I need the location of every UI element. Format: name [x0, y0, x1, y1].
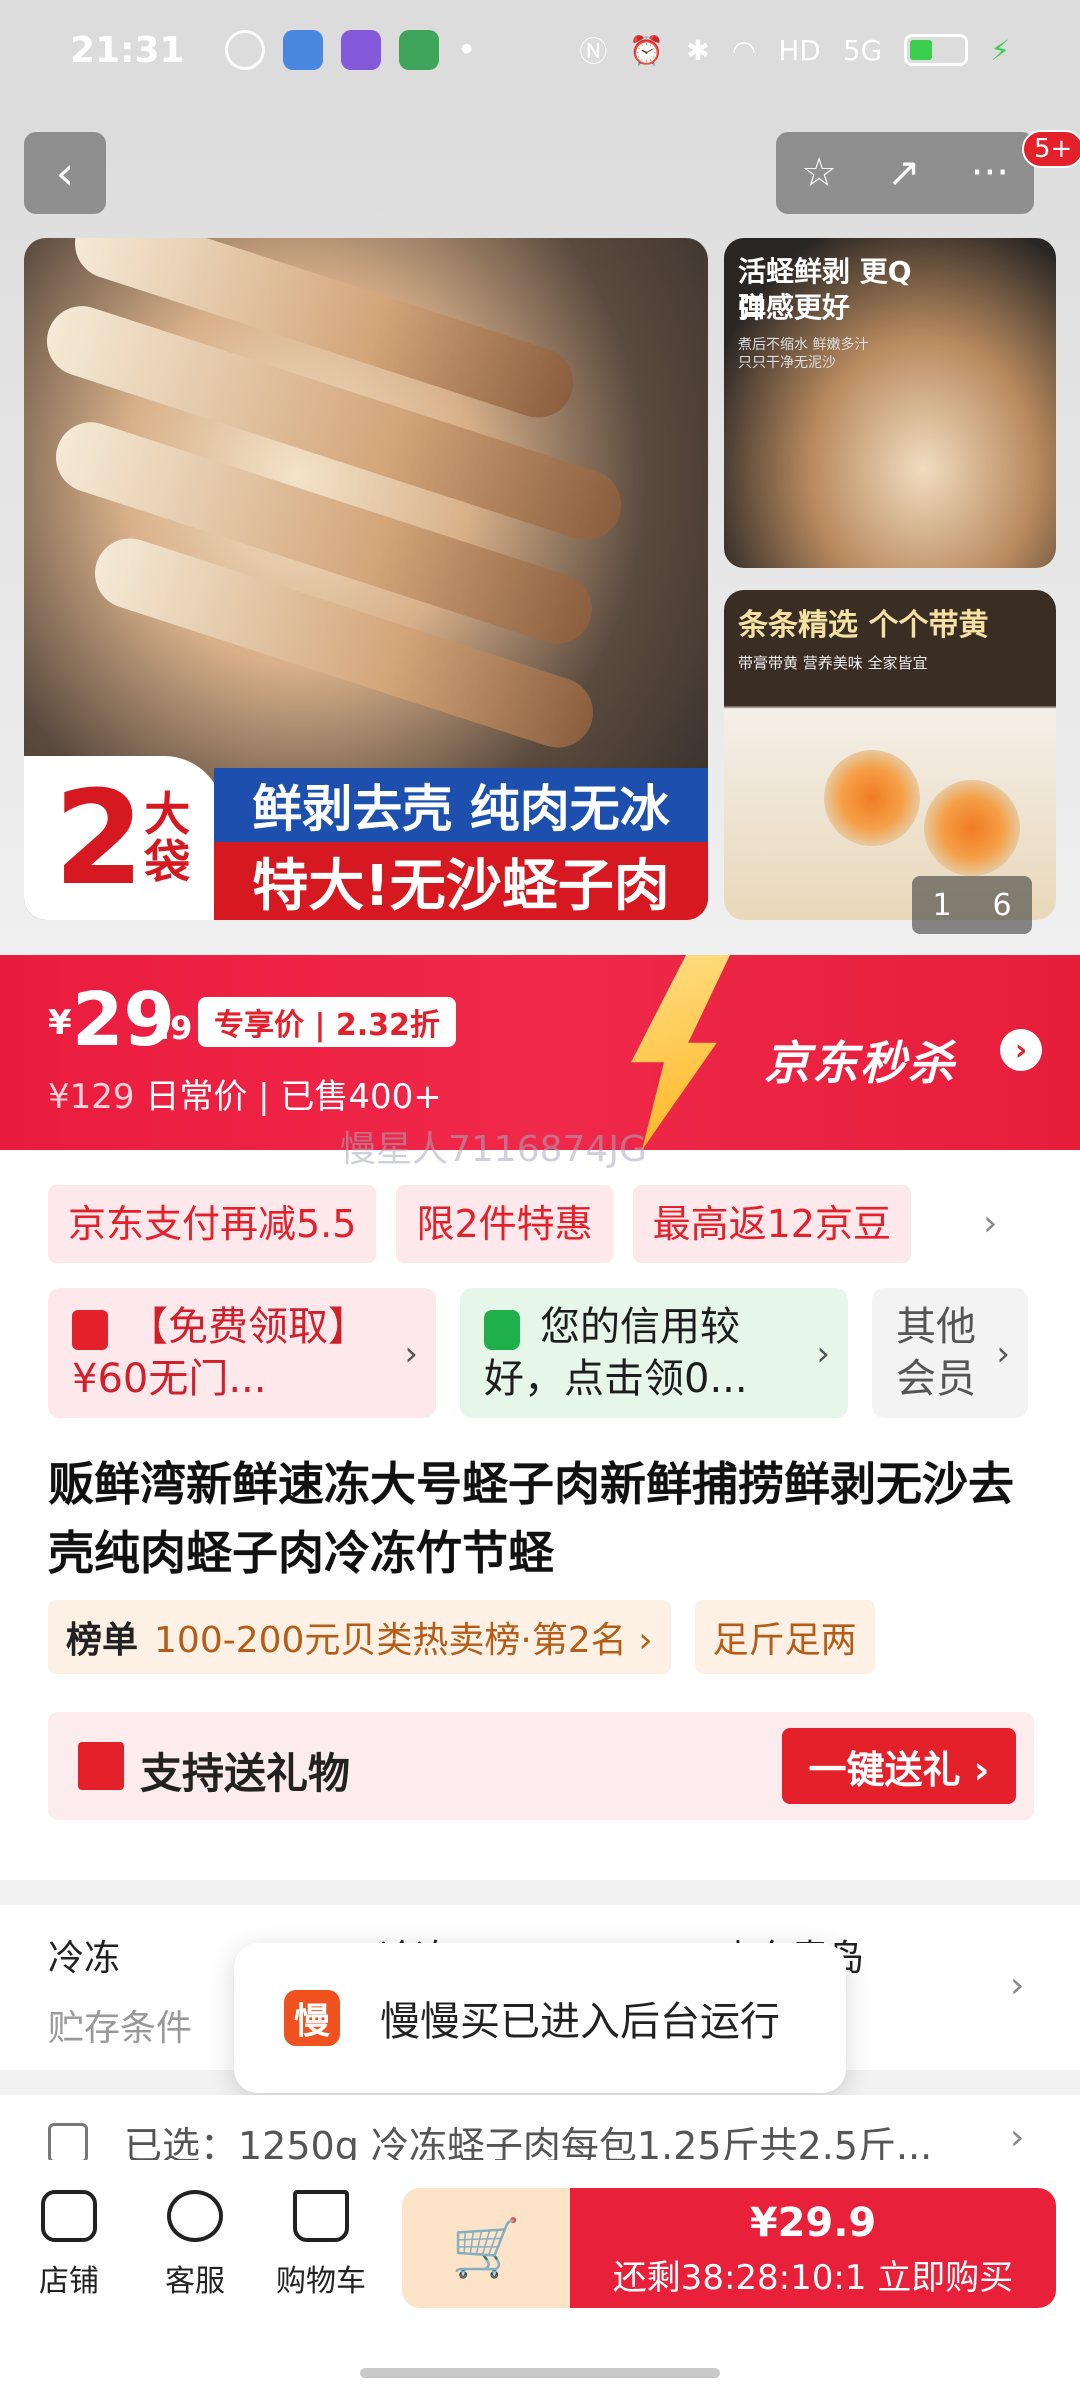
gift-icon — [78, 1742, 124, 1790]
pager-current: 1 — [932, 887, 952, 923]
manmanmai-icon: 慢 — [284, 1990, 340, 2046]
notification-badge: 5+ — [1022, 130, 1080, 168]
cart-icon — [293, 2190, 349, 2242]
hd-icon: HD — [778, 33, 821, 67]
chevron-right-icon: › — [816, 1334, 830, 1374]
gift-label: 支持送礼物 — [140, 1749, 351, 1798]
cart-button[interactable]: 购物车 — [256, 2190, 386, 2300]
chevron-right-icon: › — [1010, 2117, 1025, 2158]
side-product-image-2[interactable]: 条条精选 个个带黄 带膏带黄 营养美味 全家皆宜 — [724, 590, 1056, 920]
chevron-right-icon[interactable]: › — [983, 1203, 997, 1244]
home-indicator[interactable] — [360, 2368, 720, 2378]
side-image-note: 煮后不缩水 鲜嫩多汁 只只干净无泥沙 — [738, 337, 869, 372]
original-price: ¥129 — [48, 1077, 135, 1117]
top-actions: ☆ ↗ ··· — [776, 132, 1034, 214]
coupon-icon — [72, 1310, 108, 1350]
promo-tag[interactable]: 限2件特惠 — [396, 1185, 613, 1263]
image-tag: 2 大袋 — [24, 756, 224, 920]
promo-tag[interactable]: 最高返12京豆 — [632, 1185, 911, 1263]
main-product-image[interactable]: 2 大袋 鲜剥去壳 纯肉无冰 特大!无沙蛏子肉 — [24, 238, 708, 920]
favorite-star-icon[interactable]: ☆ — [801, 150, 837, 196]
price-decimal: .9 — [158, 1009, 193, 1047]
side-image-note: 带膏带黄 营养美味 全家皆宜 — [738, 654, 928, 672]
member-card[interactable]: 其他会员 › — [872, 1288, 1028, 1418]
product-title: 贩鲜湾新鲜速冻大号蛏子肉新鲜捕捞鲜剥无沙去壳纯肉蛏子肉冷冻竹节蛏 — [48, 1457, 1014, 1580]
chevron-right-icon[interactable]: › — [1010, 1965, 1024, 2006]
chevron-right-icon: › — [404, 1334, 418, 1374]
status-icons: Ⓝ ⏰ ✱ ◠ HD 5G ⚡ — [579, 30, 1010, 70]
promo-tag[interactable]: 京东支付再减5.5 — [48, 1185, 377, 1263]
checklist-icon — [48, 2123, 88, 2163]
image-pager: 1 6 — [912, 876, 1032, 934]
background-toast: 慢 慢慢买已进入后台运行 — [234, 1943, 846, 2093]
signal-icon: 5G — [842, 33, 883, 67]
promo-row: 京东支付再减5.5 限2件特惠 最高返12京豆 › — [48, 1185, 997, 1263]
price-currency: ¥ — [48, 1003, 72, 1043]
charging-icon: ⚡ — [990, 33, 1010, 67]
price-sub: ¥129 日常价 | 已售400+ — [48, 1069, 442, 1118]
countdown-text: 还剩38:28:10:1 立即购买 — [612, 2258, 1014, 2298]
side-image-caption-2: 口感更好 — [738, 291, 851, 324]
rank-row: 榜单 100-200元贝类热卖榜·第2名 › 足斤足两 — [48, 1600, 875, 1674]
send-gift-button[interactable]: 一键送礼 › — [782, 1728, 1016, 1804]
app-notification-icon — [340, 30, 381, 70]
nfc-icon: Ⓝ — [579, 35, 608, 68]
toast-text: 慢慢买已进入后台运行 — [380, 1999, 780, 2045]
cart-label: 购物车 — [276, 2264, 366, 2299]
status-time: 21:31 — [70, 29, 185, 71]
battery-icon — [904, 34, 969, 66]
buy-now-button[interactable]: ¥29.9 还剩38:28:10:1 立即购买 — [570, 2188, 1056, 2308]
chevron-right-icon: › — [996, 1334, 1010, 1374]
price-sub-text: 日常价 | 已售400+ — [145, 1077, 442, 1117]
back-icon: ‹ — [55, 146, 75, 200]
wechat-icon — [224, 30, 265, 70]
buy-price: ¥29.9 — [749, 2200, 877, 2246]
storage-value: 冷冻 — [48, 1938, 121, 1979]
watermark: 慢星人7116874JG — [340, 1129, 647, 1170]
dot-icon: • — [456, 30, 477, 70]
oppo-app-icon — [398, 30, 439, 70]
quality-badge: 足斤足两 — [694, 1600, 875, 1674]
back-button[interactable]: ‹ — [24, 132, 106, 214]
rank-label: 榜单 — [66, 1620, 139, 1661]
service-button[interactable]: 客服 — [130, 2190, 260, 2300]
gift-section: 支持送礼物 一键送礼 › — [48, 1712, 1034, 1820]
rank-text: 100-200元贝类热卖榜·第2名 › — [154, 1620, 653, 1661]
image-banner-top: 鲜剥去壳 纯肉无冰 — [214, 768, 708, 842]
credit-text: 您的信用较好，点击领0... — [484, 1304, 748, 1402]
status-bar: 21:31 • Ⓝ ⏰ ✱ ◠ HD 5G ⚡ — [0, 0, 1080, 100]
coupon-card[interactable]: 【免费领取】¥60无门... › — [48, 1288, 436, 1418]
shop-label: 店铺 — [39, 2264, 99, 2299]
alarm-icon: ⏰ — [629, 33, 665, 67]
storage-key: 贮存条件 — [48, 2008, 193, 2049]
coupon-text: 【免费领取】¥60无门... — [72, 1304, 368, 1402]
more-icon[interactable]: ··· — [971, 150, 1009, 196]
wifi-icon: ◠ — [731, 33, 757, 67]
image-banner-bottom: 特大!无沙蛏子肉 — [214, 842, 708, 920]
customer-service-icon — [167, 2190, 223, 2242]
share-icon[interactable]: ↗ — [887, 150, 921, 196]
chevron-right-icon[interactable]: › — [1000, 1029, 1042, 1071]
add-to-cart-button[interactable]: 🛒 — [402, 2188, 570, 2308]
bottom-action-bar: 店铺 客服 购物车 🛒 ¥29.9 还剩38:28:10:1 立即购买 — [0, 2160, 1080, 2400]
ranking-badge[interactable]: 榜单 100-200元贝类热卖榜·第2名 › — [48, 1600, 671, 1674]
flash-sale-label[interactable]: 京东秒杀 — [764, 1027, 956, 1093]
app-notification-icon — [282, 30, 323, 70]
shop-button[interactable]: 店铺 — [4, 2190, 134, 2300]
bluetooth-icon: ✱ — [686, 33, 710, 67]
shop-icon — [41, 2190, 97, 2242]
pager-total: 6 — [992, 887, 1012, 923]
exclusive-price-tag: 专享价 | 2.32折 — [198, 997, 456, 1047]
side-product-image-1[interactable]: 活蛏鲜剥 更Q弹 口感更好 煮后不缩水 鲜嫩多汁 只只干净无泥沙 — [724, 238, 1056, 568]
service-label: 客服 — [165, 2264, 225, 2299]
bag-icon — [484, 1310, 520, 1350]
member-text: 其他会员 — [896, 1304, 976, 1402]
credit-card[interactable]: 您的信用较好，点击领0... › — [460, 1288, 848, 1418]
side-image-caption: 条条精选 个个带黄 — [738, 608, 989, 643]
add-cart-icon: 🛒 — [451, 2216, 521, 2281]
benefit-cards: 【免费领取】¥60无门... › 您的信用较好，点击领0... › 其他会员 › — [48, 1288, 1028, 1418]
